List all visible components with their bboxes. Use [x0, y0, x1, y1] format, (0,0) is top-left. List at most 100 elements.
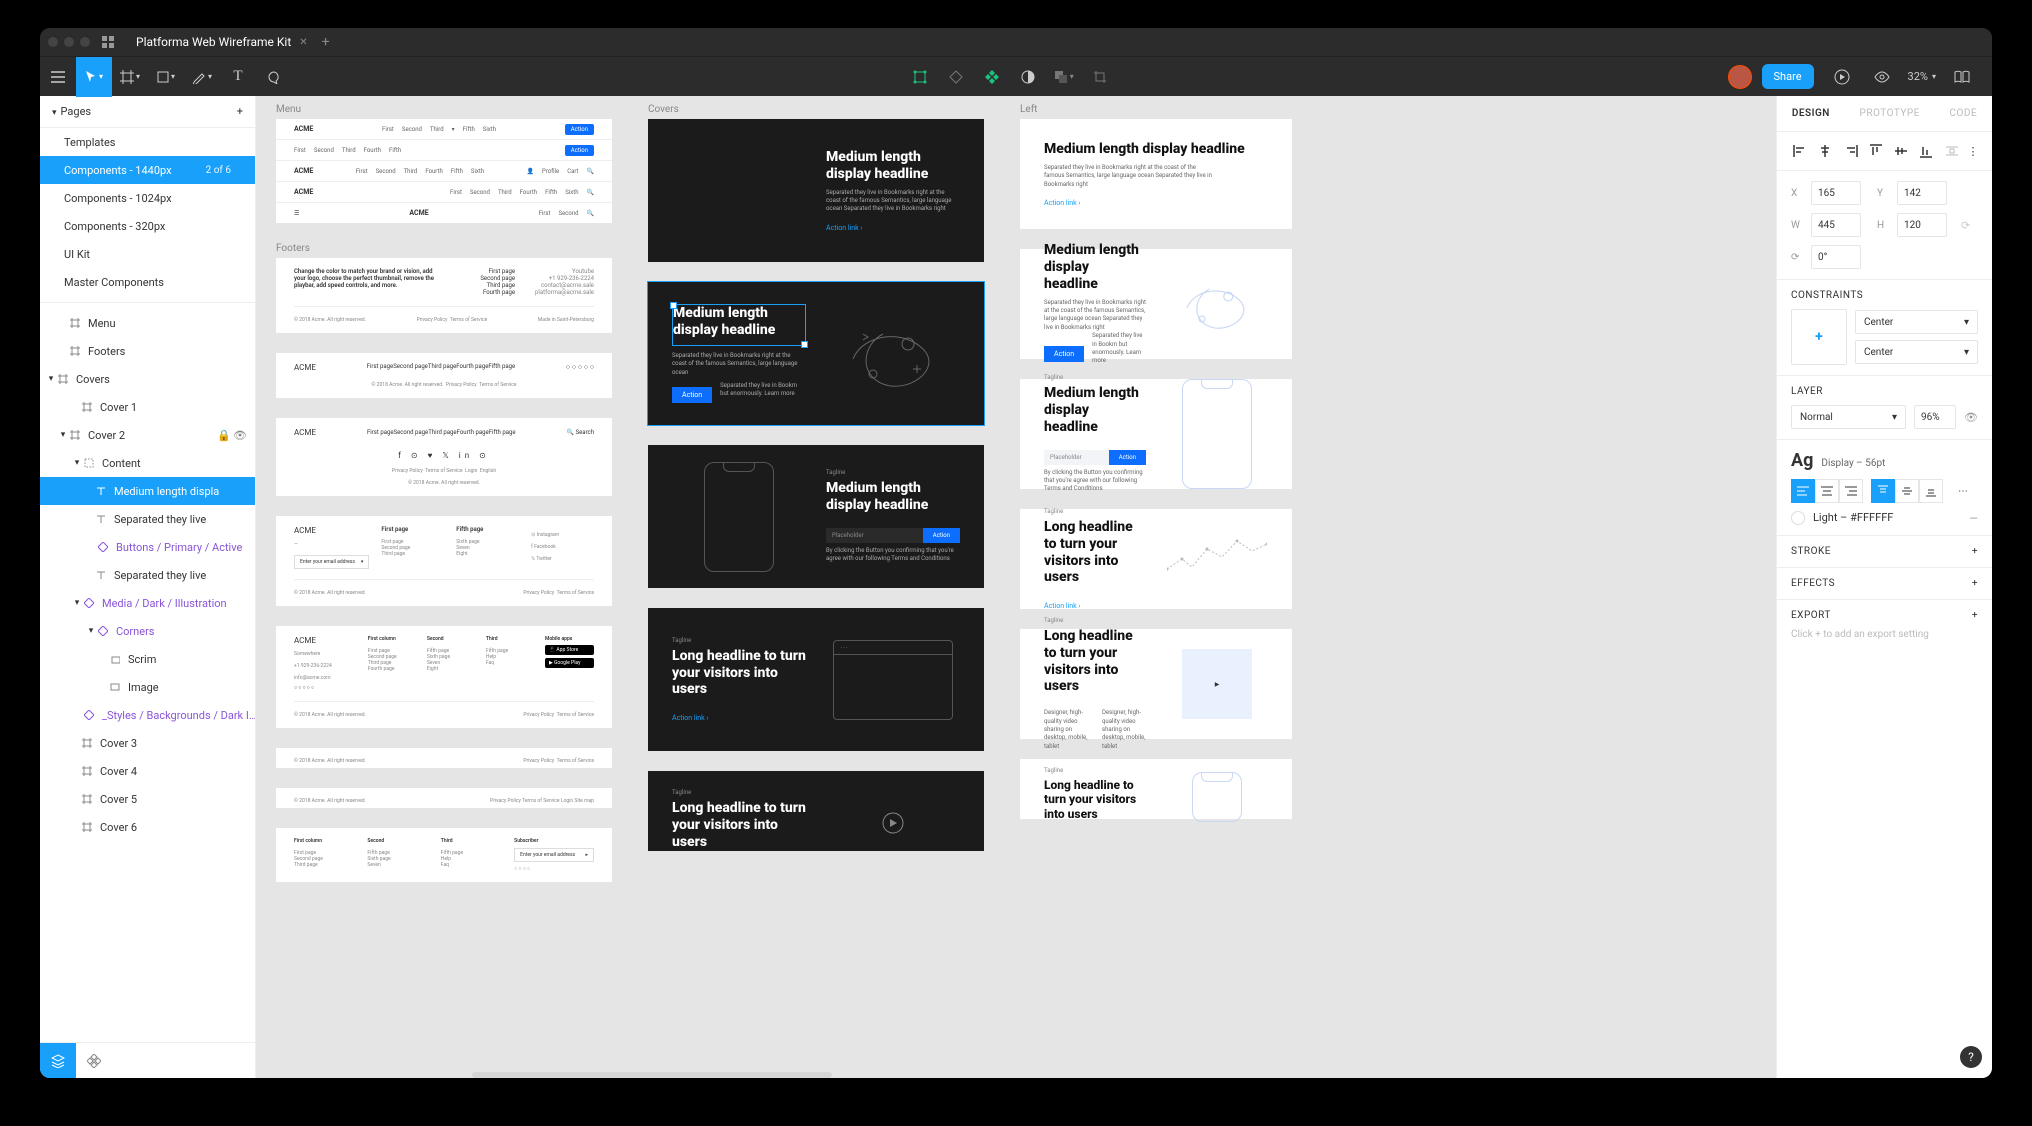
layer-frame[interactable]: Cover 3 [40, 729, 255, 757]
page-item[interactable]: Master Components [40, 268, 255, 296]
assets-tab-icon[interactable] [76, 1043, 112, 1079]
layer-instance[interactable]: ▾Corners [40, 617, 255, 645]
pages-header[interactable]: ▾Pages + [40, 96, 255, 128]
file-tab[interactable]: Platforma Web Wireframe Kit ✕ [128, 31, 316, 53]
x-input[interactable] [1811, 181, 1861, 205]
canvas-frame[interactable]: ACME—Enter your email address▾ First pag… [276, 516, 612, 606]
add-page-icon[interactable]: + [237, 105, 243, 118]
canvas-frame[interactable]: TaglineMedium length display headlinePla… [648, 445, 984, 588]
view-settings[interactable] [1864, 57, 1900, 97]
page-item[interactable]: UI Kit [40, 240, 255, 268]
align-left-button[interactable] [1791, 479, 1815, 503]
w-input[interactable] [1811, 213, 1861, 237]
close-icon[interactable]: ✕ [299, 37, 307, 48]
layer-text[interactable]: Separated they live [40, 561, 255, 589]
window-controls[interactable] [48, 37, 90, 47]
frame-tool[interactable]: ▾ [112, 57, 148, 97]
layer-group[interactable]: ▾Content [40, 449, 255, 477]
visibility-icon[interactable]: 👁 [233, 429, 247, 442]
move-tool[interactable]: ▾ [76, 57, 112, 97]
align-center-button[interactable] [1815, 479, 1839, 503]
align-left-icon[interactable] [1791, 142, 1809, 160]
canvas-frame[interactable]: ACMESomewhere+1 929-236-2224info@acme.co… [276, 626, 612, 728]
align-middle-button[interactable] [1895, 479, 1919, 503]
new-tab-button[interactable]: + [322, 34, 330, 50]
layers-tab-icon[interactable] [40, 1043, 76, 1079]
layer-frame[interactable]: Cover 6 [40, 813, 255, 841]
design-tab[interactable]: DESIGN [1792, 108, 1830, 119]
avatar[interactable] [1728, 65, 1752, 89]
shape-tool[interactable]: ▾ [148, 57, 184, 97]
h-input[interactable] [1897, 213, 1947, 237]
align-top-icon[interactable] [1867, 142, 1885, 160]
page-item[interactable]: Components - 320px [40, 212, 255, 240]
constraint-h-select[interactable]: Center▾ [1855, 310, 1978, 334]
code-tab[interactable]: CODE [1950, 108, 1978, 119]
text-more-icon[interactable]: ⋯ [1951, 479, 1975, 503]
align-top-button[interactable] [1871, 479, 1895, 503]
zoom-level[interactable]: 32%▾ [1904, 57, 1940, 97]
canvas-frame[interactable]: Medium length display headlineSeparated … [648, 119, 984, 262]
component-tool[interactable] [902, 57, 938, 97]
layer-instance[interactable]: Buttons / Primary / Active [40, 533, 255, 561]
canvas-frame[interactable]: TaglineMedium length display headlinePla… [1020, 379, 1292, 489]
add-effect-icon[interactable]: + [1972, 578, 1978, 589]
lock-icon[interactable]: 🔒 [217, 429, 231, 442]
canvas-frame[interactable]: TaglineLong headline to turn your visito… [648, 771, 984, 851]
boolean-tool[interactable]: ▾ [1046, 57, 1082, 97]
layer-frame[interactable]: Cover 4 [40, 757, 255, 785]
layer-text[interactable]: Separated they live [40, 505, 255, 533]
rotation-input[interactable] [1811, 245, 1861, 269]
remove-fill-icon[interactable]: — [1969, 512, 1978, 525]
library-icon[interactable] [1944, 57, 1980, 97]
align-right-icon[interactable] [1842, 142, 1860, 160]
layer-frame[interactable]: ▾Covers [40, 365, 255, 393]
canvas-frame[interactable]: Medium length display headlineSeparated … [1020, 249, 1292, 359]
text-tool[interactable]: T [220, 57, 256, 97]
add-export-icon[interactable]: + [1972, 610, 1978, 621]
page-item-selected[interactable]: Components - 1440px2 of 6 [40, 156, 255, 184]
more-icon[interactable]: ⋮ [1968, 142, 1978, 160]
layer-frame[interactable]: ▾Cover 2🔒👁 [40, 421, 255, 449]
pen-tool[interactable]: ▾ [184, 57, 220, 97]
opacity-input[interactable] [1914, 405, 1956, 429]
layer-image[interactable]: Image [40, 673, 255, 701]
layer-rect[interactable]: Scrim [40, 645, 255, 673]
crop-tool[interactable] [1082, 57, 1118, 97]
menu-button[interactable] [40, 57, 76, 97]
layer-frame[interactable]: Cover 1 [40, 393, 255, 421]
canvas-frame[interactable]: TaglineLong headline to turn your visito… [1020, 629, 1292, 739]
link-wh-icon[interactable]: ⟳ [1961, 219, 1970, 232]
visibility-icon[interactable]: 👁 [1964, 411, 1978, 424]
align-bottom-icon[interactable] [1917, 142, 1935, 160]
page-item[interactable]: Components - 1024px [40, 184, 255, 212]
distribute-icon[interactable] [1943, 142, 1961, 160]
present-button[interactable] [1824, 57, 1860, 97]
align-vcenter-icon[interactable] [1892, 142, 1910, 160]
layer-frame[interactable]: Cover 5 [40, 785, 255, 813]
layer-instance[interactable]: _Styles / Backgrounds / Dark I… [40, 701, 255, 729]
constraint-v-select[interactable]: Center▾ [1855, 340, 1978, 364]
canvas-frame[interactable]: Medium length display headlineSeparated … [1020, 119, 1292, 229]
create-component[interactable] [974, 57, 1010, 97]
mask-tool[interactable] [1010, 57, 1046, 97]
canvas-frame[interactable]: First columnFirst pageSecond pageThird p… [276, 828, 612, 882]
canvas-frame[interactable]: TaglineLong headline to turn your visito… [1020, 509, 1292, 609]
reset-instance[interactable] [938, 57, 974, 97]
canvas-frame[interactable]: © 2018 Acme. All right reserved.Privacy … [276, 788, 612, 808]
canvas[interactable]: Menu ACMEFirstSecondThird▾FifthSixthActi… [256, 96, 1776, 1078]
layer-text-selected[interactable]: Medium length displa [40, 477, 255, 505]
canvas-frame[interactable]: Change the color to match your brand or … [276, 258, 612, 333]
canvas-frame[interactable]: ACMEFirst pageSecond pageThird pageFourt… [276, 418, 612, 496]
y-input[interactable] [1897, 181, 1947, 205]
align-vbottom-button[interactable] [1919, 479, 1943, 503]
add-stroke-icon[interactable]: + [1972, 546, 1978, 557]
constraints-widget[interactable]: + [1791, 309, 1847, 365]
comment-tool[interactable] [256, 57, 292, 97]
share-button[interactable]: Share [1762, 64, 1814, 89]
canvas-frame[interactable]: © 2018 Acme. All right reserved.Privacy … [276, 748, 612, 768]
layer-frame[interactable]: Footers [40, 337, 255, 365]
align-hcenter-icon[interactable] [1816, 142, 1834, 160]
align-right-button[interactable] [1839, 479, 1863, 503]
page-item[interactable]: Templates [40, 128, 255, 156]
